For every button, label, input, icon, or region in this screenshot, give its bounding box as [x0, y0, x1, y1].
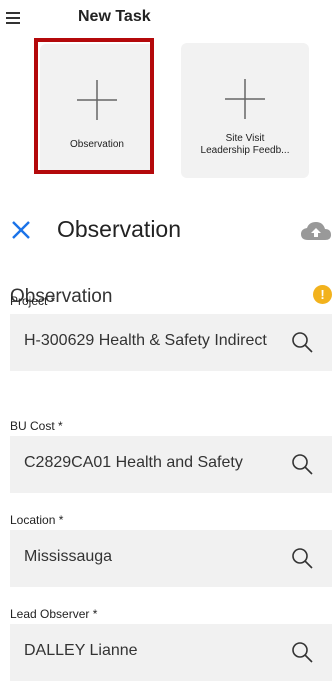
plus-icon	[225, 79, 265, 119]
site-visit-tile-label: Site Visit Leadership Feedb...	[181, 133, 309, 157]
page-title: New Task	[78, 8, 151, 25]
form-title: Observation	[57, 216, 182, 242]
lead-observer-label: Lead Observer *	[10, 607, 98, 621]
project-label: Project *	[10, 294, 56, 308]
search-icon[interactable]	[290, 546, 314, 570]
location-field[interactable]: Mississauga	[10, 530, 332, 587]
site-visit-label-line1: Site Visit	[225, 133, 265, 144]
bu-cost-label: BU Cost *	[10, 419, 63, 433]
lead-observer-field[interactable]: DALLEY Lianne	[10, 624, 332, 681]
top-bar: New Task	[0, 0, 332, 40]
search-icon[interactable]	[290, 330, 314, 354]
alert-icon[interactable]: !	[313, 285, 332, 304]
cloud-upload-icon[interactable]	[300, 220, 332, 244]
observation-tile[interactable]: Observation	[40, 44, 154, 174]
lead-observer-value: DALLEY Lianne	[24, 642, 138, 659]
search-icon[interactable]	[290, 640, 314, 664]
menu-icon[interactable]	[6, 6, 28, 28]
plus-icon	[77, 80, 117, 120]
bu-cost-field[interactable]: C2829CA01 Health and Safety	[10, 436, 332, 493]
site-visit-label-line2: Leadership Feedb...	[200, 145, 290, 156]
close-icon[interactable]	[10, 219, 32, 241]
form-header: Observation	[0, 210, 332, 254]
location-value: Mississauga	[24, 548, 113, 565]
bu-cost-value: C2829CA01 Health and Safety	[24, 454, 243, 471]
location-label: Location *	[10, 513, 64, 527]
site-visit-tile[interactable]: Site Visit Leadership Feedb...	[181, 43, 309, 178]
search-icon[interactable]	[290, 452, 314, 476]
project-field[interactable]: H-300629 Health & Safety Indirect	[10, 314, 332, 371]
project-value: H-300629 Health & Safety Indirect	[24, 332, 267, 349]
observation-tile-label: Observation	[70, 139, 124, 150]
